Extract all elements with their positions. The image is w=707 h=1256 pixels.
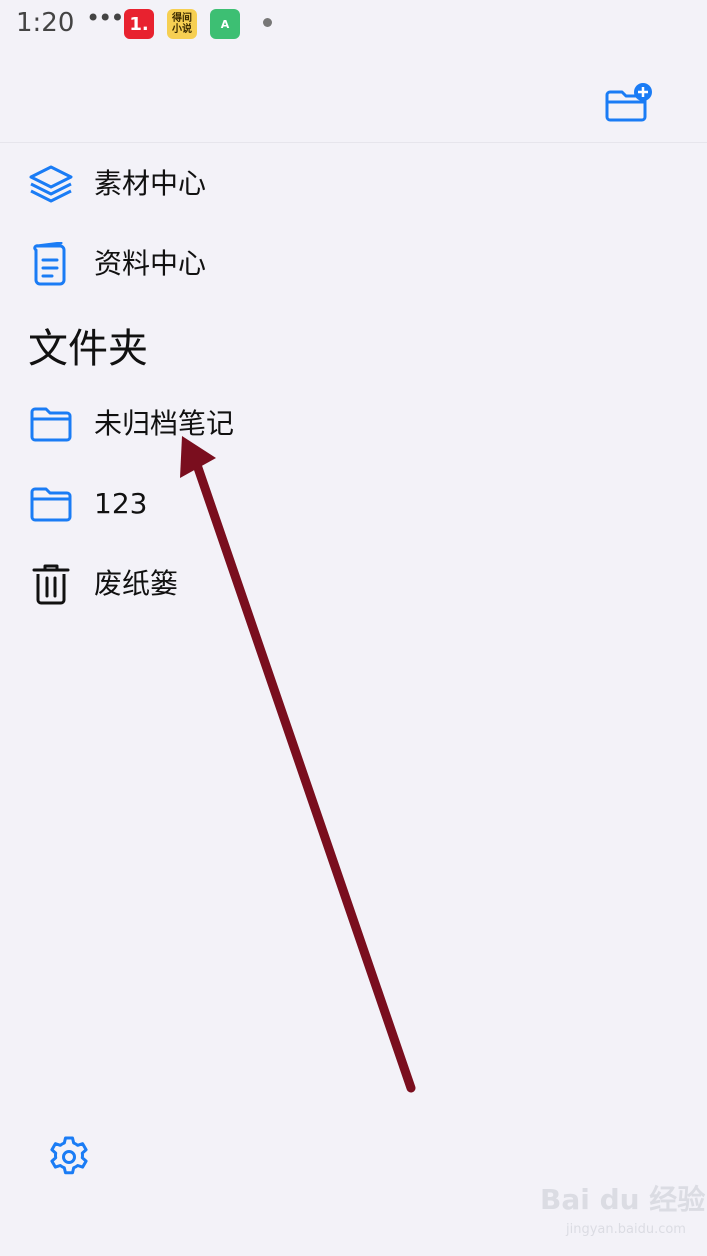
sidebar-item-label: 资料中心	[94, 247, 207, 280]
trash-icon	[32, 564, 70, 605]
folder-icon	[30, 487, 72, 522]
gear-icon	[50, 1136, 88, 1175]
folder-icon	[30, 407, 72, 442]
status-dot-icon	[263, 18, 272, 27]
top-bar	[0, 50, 707, 143]
folder-item-123[interactable]: 123	[0, 464, 707, 544]
folder-label: 废纸篓	[94, 567, 179, 600]
folder-item-trash[interactable]: 废纸篓	[0, 544, 707, 624]
new-folder-button[interactable]	[604, 80, 656, 124]
status-time: 1:20	[16, 8, 75, 38]
folder-label: 123	[94, 487, 148, 520]
folders-section-title: 文件夹	[28, 326, 148, 372]
app-notification-icon: A	[210, 9, 240, 39]
folder-label: 未归档笔记	[94, 407, 235, 440]
folder-item-unarchived[interactable]: 未归档笔记	[0, 384, 707, 464]
watermark-url: jingyan.baidu.com	[566, 1222, 686, 1237]
app-notification-icon: 得间 小说	[167, 9, 197, 39]
layers-icon	[29, 165, 73, 203]
sidebar-item-materials[interactable]: 素材中心	[0, 144, 707, 224]
document-icon	[33, 242, 66, 286]
app-notification-icon: 1.	[124, 9, 154, 39]
baidu-watermark: Bai du 经验 jingyan.baidu.com	[540, 1178, 705, 1246]
status-more-icon: •••	[86, 4, 124, 32]
sidebar-item-label: 素材中心	[94, 167, 207, 200]
settings-button[interactable]	[46, 1134, 92, 1180]
watermark-brand: Bai du 经验	[540, 1183, 706, 1216]
folder-plus-icon	[605, 83, 652, 122]
status-bar: 1:20 ••• 1. 得间 小说 A	[0, 0, 707, 50]
sidebar-item-documents[interactable]: 资料中心	[0, 224, 707, 304]
